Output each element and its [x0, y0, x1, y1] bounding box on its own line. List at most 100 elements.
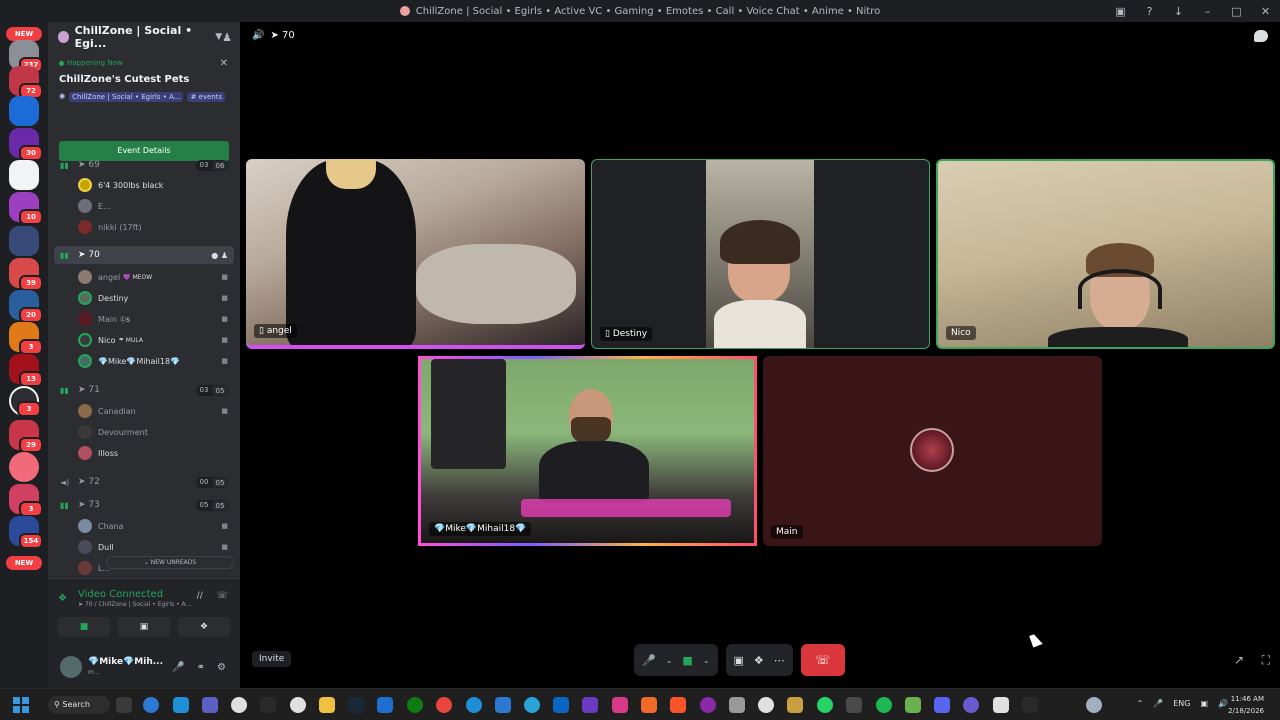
user-name[interactable]: 💎Mike💎Mih... [88, 657, 163, 667]
server-icon[interactable]: 30 [9, 128, 43, 161]
add-member-icon[interactable]: ♟ [222, 31, 232, 44]
avatar[interactable] [60, 656, 82, 678]
whatsapp-icon[interactable] [817, 697, 833, 713]
maximize-button[interactable]: □ [1222, 5, 1251, 18]
taskbar-search[interactable]: ⚲ Search [48, 696, 110, 714]
video-tile-nico[interactable]: Nico [936, 159, 1275, 349]
chrome-icon[interactable] [436, 697, 452, 713]
microphone-icon[interactable]: 🎤 [172, 662, 184, 673]
voice-channel-72[interactable]: ◄) ➤ 72 00 05 [54, 473, 234, 491]
close-button[interactable]: ✕ [1251, 5, 1280, 18]
screen-share-icon[interactable]: ▣ [734, 654, 744, 667]
store-icon[interactable] [173, 697, 189, 713]
voice-user[interactable]: E... [78, 197, 234, 215]
app-icon[interactable] [963, 697, 979, 713]
voice-user[interactable]: Canadian ■ [78, 402, 234, 420]
instagram-icon[interactable] [612, 697, 628, 713]
server-icon[interactable]: 3 [9, 386, 41, 417]
steam-icon[interactable] [348, 697, 364, 713]
chevron-up-icon[interactable]: ⌃ [1137, 699, 1144, 708]
app-icon[interactable] [377, 697, 393, 713]
volume-icon[interactable]: 🔊 [1218, 699, 1228, 708]
app-icon[interactable] [641, 697, 657, 713]
activities-button[interactable]: ❖ [178, 617, 230, 637]
xbox-icon[interactable] [407, 697, 423, 713]
language-indicator[interactable]: ENG [1173, 699, 1190, 708]
voice-user[interactable]: 6'4 300lbs black [78, 176, 234, 194]
microphone-icon[interactable]: 🎤 [642, 654, 656, 667]
app-icon[interactable] [582, 697, 598, 713]
voice-user[interactable]: Devourment [78, 423, 234, 441]
chat-icon[interactable] [1254, 30, 1268, 42]
app-icon[interactable] [700, 697, 716, 713]
video-tile-angel[interactable]: ▯ angel [246, 159, 585, 349]
server-icon[interactable] [9, 96, 39, 126]
noise-suppression-icon[interactable]: ∕∕ [197, 591, 203, 601]
video-tile-destiny[interactable]: ▯ Destiny [591, 159, 930, 349]
voice-status[interactable]: Video Connected [78, 589, 163, 600]
voice-channel-69[interactable]: ▮▮ ➤ 69 03 06 [54, 156, 234, 174]
microphone-icon[interactable]: 🎤 [1153, 699, 1163, 708]
invite-button[interactable]: Invite [252, 651, 292, 667]
voice-user[interactable]: Dull ■ [78, 538, 234, 556]
start-button[interactable] [13, 697, 29, 713]
app-icon[interactable] [758, 697, 774, 713]
app-icon[interactable] [787, 697, 803, 713]
app-icon[interactable] [1022, 697, 1038, 713]
voice-user[interactable]: Main ⓁS ■ [78, 310, 234, 328]
clock[interactable]: 11:46 AM 2/18/2026 [1228, 693, 1264, 717]
server-icon[interactable]: 154 [9, 516, 43, 549]
screen-share-icon[interactable]: ▣ [1106, 5, 1135, 18]
voice-user[interactable]: Destiny ■ [78, 289, 234, 307]
app-icon[interactable] [846, 697, 862, 713]
server-icon[interactable] [9, 160, 39, 190]
server-icon[interactable]: 39 [9, 258, 43, 291]
activities-icon[interactable]: ❖ [754, 654, 764, 667]
voice-user[interactable]: 💎Mike💎Mihail18💎 ■ [78, 352, 234, 370]
chevron-down-icon[interactable]: ⌄ [666, 656, 673, 665]
server-icon[interactable]: 29 [9, 420, 43, 453]
camera-button[interactable]: ■ [58, 617, 110, 637]
app-icon[interactable] [729, 697, 745, 713]
github-icon[interactable] [231, 697, 247, 713]
server-icon[interactable] [9, 452, 39, 482]
server-icon[interactable]: 3 [9, 484, 43, 517]
weather-icon[interactable] [1086, 697, 1102, 713]
screen-share-button[interactable]: ▣ [118, 617, 170, 637]
disconnect-icon[interactable]: ☏ [217, 591, 228, 601]
new-unreads-pill[interactable]: ⌄ NEW UNREADS [106, 556, 234, 569]
brave-icon[interactable] [670, 697, 686, 713]
voice-channel-71[interactable]: ▮▮ ➤ 71 03 05 [54, 381, 234, 399]
browser-icon[interactable] [466, 697, 482, 713]
voice-user[interactable]: angel 💜 MEOW ■ [78, 268, 234, 286]
more-options-icon[interactable]: ⋯ [774, 654, 785, 667]
voice-user[interactable]: Illoss [78, 444, 234, 462]
new-pill-top[interactable]: NEW [6, 27, 42, 41]
voice-user[interactable]: Chana ■ [78, 517, 234, 535]
end-call-button[interactable]: ☏ [800, 644, 845, 676]
task-view-icon[interactable] [116, 697, 132, 713]
telegram-icon[interactable] [524, 697, 540, 713]
volume-icon[interactable]: 🔊 [252, 30, 264, 41]
new-pill-bottom[interactable]: NEW [6, 556, 42, 570]
download-icon[interactable]: ↓ [1164, 5, 1193, 18]
server-icon[interactable] [9, 226, 39, 256]
spotify-icon[interactable] [876, 697, 892, 713]
app-icon[interactable] [495, 697, 511, 713]
video-tile-mike[interactable]: 💎Mike💎Mihail18💎 [418, 356, 757, 546]
voice-channel-70[interactable]: ▮▮ ➤ 70 ● ♟ [54, 246, 234, 264]
server-icon[interactable]: 20 [9, 290, 43, 323]
settings-icon[interactable] [290, 697, 306, 713]
help-icon[interactable]: ? [1135, 5, 1164, 18]
event-location[interactable]: ◉ ChillZone | Social • Egirls • A... # e… [59, 92, 226, 102]
server-header[interactable]: ChillZone | Social • Egi... ▼ ♟ [48, 22, 240, 52]
discord-icon[interactable] [934, 697, 950, 713]
server-icon[interactable]: 10 [9, 192, 43, 225]
voice-user[interactable]: nikki (17ft) [78, 218, 234, 236]
camera-icon[interactable]: ■ [682, 654, 692, 667]
terminal-icon[interactable] [260, 697, 276, 713]
server-icon[interactable]: 13 [9, 354, 43, 387]
server-icon[interactable]: 72 [9, 66, 43, 99]
file-explorer-icon[interactable] [319, 697, 335, 713]
server-icon[interactable]: 3 [9, 322, 43, 355]
